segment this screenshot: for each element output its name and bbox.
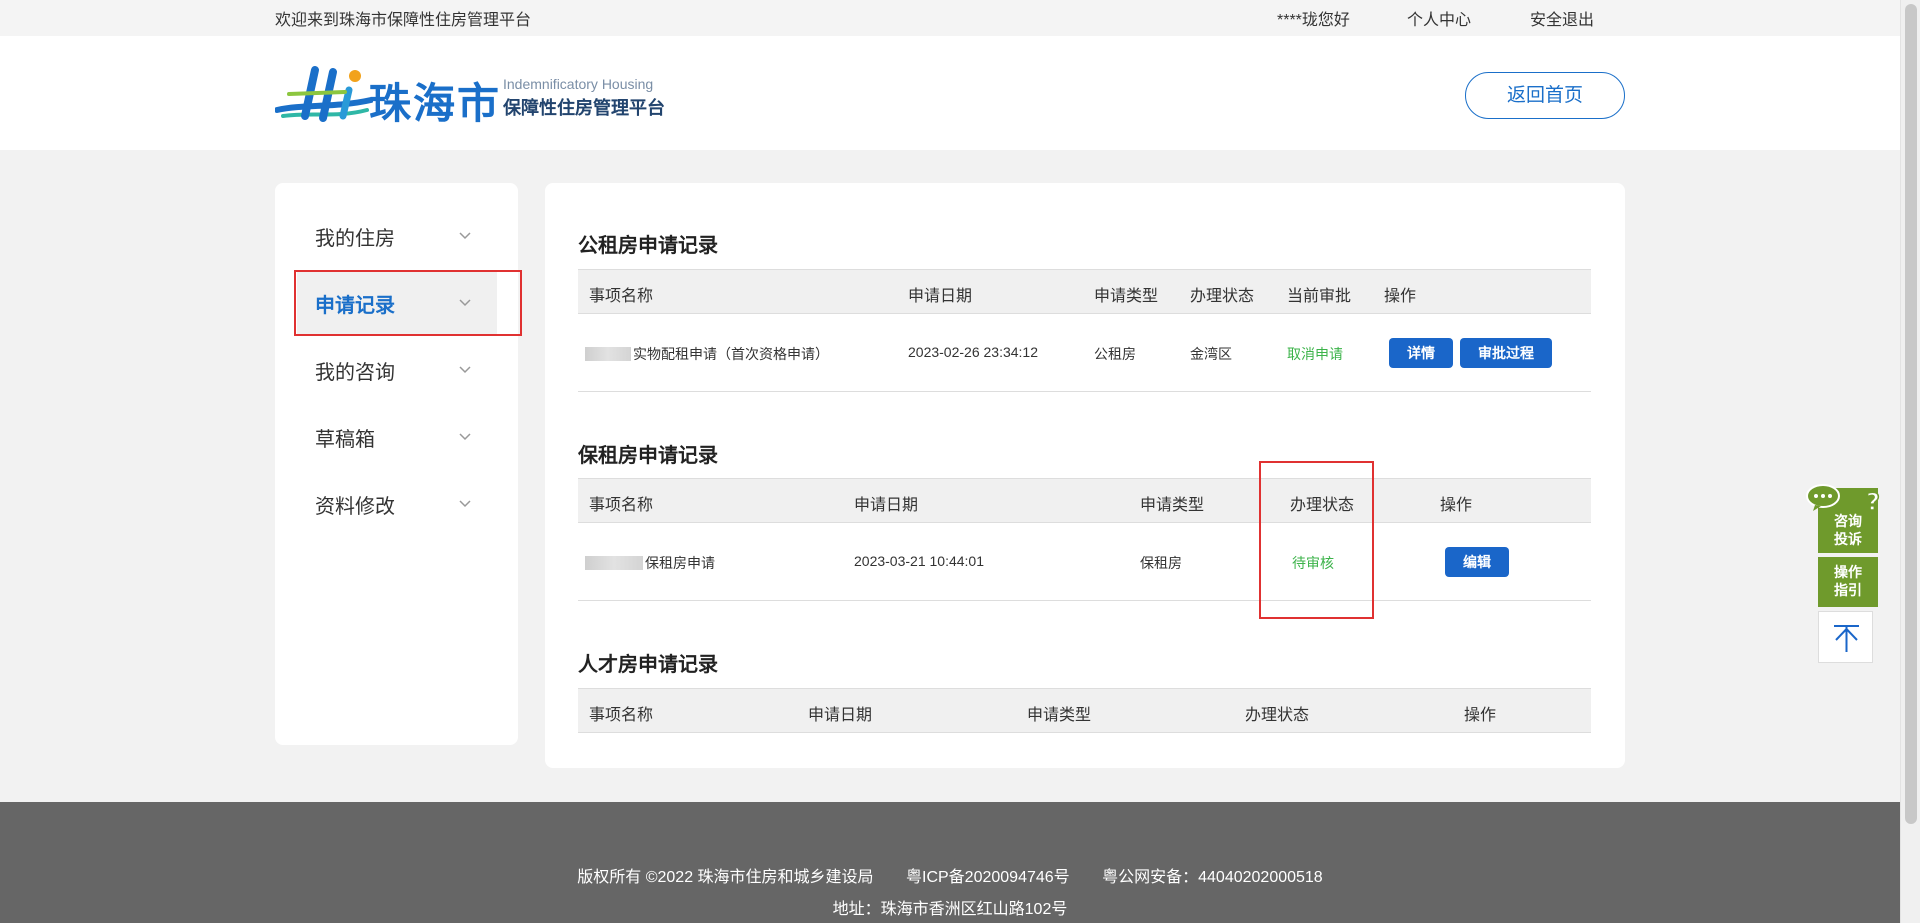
section-title-public-rental: 公租房申请记录	[578, 235, 718, 257]
table-header-affordable-rental: 事项名称 申请日期 申请类型 办理状态 操作	[578, 478, 1591, 523]
section-title-talent-housing: 人才房申请记录	[578, 654, 718, 676]
top-strip: 欢迎来到珠海市保障性住房管理平台 ****珑您好 个人中心 安全退出	[0, 0, 1900, 36]
chat-bubble-icon	[1806, 484, 1840, 511]
redacted-block	[585, 556, 643, 570]
sidebar: 我的住房 申请记录 我的咨询 草稿箱 资料修改	[275, 183, 518, 745]
table-row: 保租房申请 2023-03-21 10:44:01 保租房 待审核 编辑	[578, 523, 1591, 601]
column-header: 申请类型	[1140, 497, 1205, 514]
sidebar-item-my-housing[interactable]: 我的住房	[297, 205, 497, 267]
column-header: 申请类型	[1094, 288, 1159, 305]
user-greeting: ****珑您好	[1277, 12, 1350, 29]
logo-subtitle-cn: 保障性住房管理平台	[503, 98, 665, 118]
footer-line-1: 版权所有 ©2022 珠海市住房和城乡建设局 粤ICP备2020094746号 …	[0, 863, 1900, 887]
chevron-down-icon	[459, 366, 471, 374]
site-header: 珠海市 Indemnificatory Housing 保障性住房管理平台 返回…	[0, 36, 1900, 150]
column-header: 操作	[1464, 707, 1497, 724]
cancel-application-link[interactable]: 取消申请	[1287, 344, 1343, 364]
operation-guide-button[interactable]: 操作指引	[1818, 557, 1878, 607]
row-type: 公租房	[1094, 346, 1136, 362]
column-header: 操作	[1440, 497, 1473, 514]
row-item-name: 实物配租申请（首次资格申请）	[585, 344, 829, 364]
approval-process-button[interactable]: 审批过程	[1460, 338, 1552, 368]
table-header-public-rental: 事项名称 申请日期 申请类型 办理状态 当前审批 操作	[578, 269, 1591, 314]
site-footer: 版权所有 ©2022 珠海市住房和城乡建设局 粤ICP备2020094746号 …	[0, 802, 1900, 923]
welcome-text: 欢迎来到珠海市保障性住房管理平台	[275, 12, 532, 29]
column-header: 申请日期	[908, 288, 973, 305]
sidebar-item-label: 我的住房	[315, 228, 395, 250]
logo-mark-icon	[275, 66, 373, 122]
row-item-name-text: 保租房申请	[645, 555, 715, 571]
chevron-down-icon	[459, 232, 471, 240]
table-row: 实物配租申请（首次资格申请） 2023-02-26 23:34:12 公租房 金…	[578, 314, 1591, 392]
consult-label: 咨询投诉	[1834, 513, 1862, 547]
scrollbar-thumb[interactable]	[1905, 4, 1917, 824]
sidebar-item-drafts[interactable]: 草稿箱	[297, 406, 497, 468]
column-header: 办理状态	[1190, 288, 1255, 305]
column-header: 申请日期	[808, 707, 873, 724]
row-status: 金湾区	[1190, 346, 1232, 362]
question-mark-icon: ?	[1865, 488, 1880, 516]
sidebar-item-label: 草稿箱	[315, 429, 375, 451]
back-to-top-button[interactable]	[1818, 611, 1873, 663]
footer-police[interactable]: 粤公网安备：44040202000518	[1102, 869, 1323, 886]
sidebar-item-label: 资料修改	[315, 496, 395, 518]
column-header: 当前审批	[1287, 288, 1352, 305]
table-header-talent-housing: 事项名称 申请日期 申请类型 办理状态 操作	[578, 688, 1591, 733]
row-date: 2023-03-21 10:44:01	[854, 553, 984, 569]
site-logo[interactable]: 珠海市 Indemnificatory Housing 保障性住房管理平台	[275, 64, 675, 130]
chevron-down-icon	[459, 500, 471, 508]
column-header: 操作	[1384, 288, 1417, 305]
details-button[interactable]: 详情	[1389, 338, 1453, 368]
column-header: 事项名称	[589, 288, 654, 305]
page-scrollbar[interactable]	[1900, 0, 1920, 923]
footer-copyright: 版权所有 ©2022 珠海市住房和城乡建设局	[577, 869, 874, 886]
guide-label: 操作指引	[1834, 564, 1862, 598]
highlight-box-sidebar	[294, 270, 522, 336]
sidebar-item-profile-edit[interactable]: 资料修改	[297, 473, 497, 535]
row-date: 2023-02-26 23:34:12	[908, 344, 1038, 360]
arrow-up-icon	[1834, 625, 1859, 652]
footer-icp[interactable]: 粤ICP备2020094746号	[906, 869, 1070, 886]
sidebar-item-my-consultations[interactable]: 我的咨询	[297, 339, 497, 401]
column-header: 办理状态	[1245, 707, 1310, 724]
chevron-down-icon	[459, 433, 471, 441]
personal-center-link[interactable]: 个人中心	[1407, 6, 1471, 30]
highlight-box-status	[1259, 461, 1374, 619]
sidebar-item-label: 我的咨询	[315, 362, 395, 384]
logo-city-name: 珠海市	[369, 80, 502, 127]
column-header: 事项名称	[589, 707, 654, 724]
row-item-name-text: 实物配租申请（首次资格申请）	[633, 346, 829, 362]
logo-subtitle-en: Indemnificatory Housing	[503, 76, 654, 92]
column-header: 事项名称	[589, 497, 654, 514]
column-header: 申请日期	[854, 497, 919, 514]
column-header: 申请类型	[1027, 707, 1092, 724]
edit-button[interactable]: 编辑	[1445, 547, 1509, 577]
row-type: 保租房	[1140, 555, 1182, 571]
redacted-block	[585, 347, 631, 361]
main-panel: 公租房申请记录 事项名称 申请日期 申请类型 办理状态 当前审批 操作 实物配租…	[545, 183, 1625, 768]
svg-text:?: ?	[1866, 488, 1880, 516]
footer-address: 地址：珠海市香洲区红山路102号	[832, 901, 1068, 918]
logout-link[interactable]: 安全退出	[1530, 6, 1594, 30]
row-item-name: 保租房申请	[585, 553, 715, 573]
back-home-button[interactable]: 返回首页	[1465, 72, 1625, 119]
section-title-affordable-rental: 保租房申请记录	[578, 445, 718, 467]
